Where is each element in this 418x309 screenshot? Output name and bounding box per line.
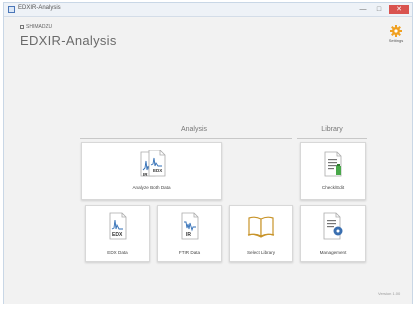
edx-spectrum-icon: EDX bbox=[109, 212, 126, 240]
title-bar: EDXIR-Analysis — □ ✕ bbox=[4, 3, 412, 17]
app-icon bbox=[8, 6, 15, 13]
edx-badge: EDX bbox=[112, 232, 123, 238]
check-edit-tile[interactable]: Check/Edit bbox=[300, 142, 366, 200]
edx-badge: EDX bbox=[153, 168, 162, 173]
select-library-label: Select Library bbox=[246, 250, 276, 255]
analyze-both-data-tile[interactable]: IR EDX Analyze Both Data bbox=[81, 142, 222, 200]
ftir-data-tile[interactable]: IR FTIR Data bbox=[157, 205, 222, 262]
section-library-divider bbox=[297, 138, 367, 139]
settings-button[interactable]: Settings bbox=[384, 25, 408, 53]
management-tile[interactable]: Management bbox=[300, 205, 366, 262]
maximize-button[interactable]: □ bbox=[372, 5, 386, 14]
settings-label: Settings bbox=[388, 38, 404, 43]
check-edit-label: Check/Edit bbox=[321, 185, 345, 190]
document-management-icon bbox=[323, 212, 343, 240]
edx-data-tile[interactable]: EDX EDX Data bbox=[85, 205, 150, 262]
window-title: EDXIR-Analysis bbox=[18, 5, 61, 11]
document-edit-icon bbox=[324, 151, 342, 177]
brand-name: SHIMADZU bbox=[26, 24, 53, 30]
analyze-both-data-label: Analyze Both Data bbox=[132, 185, 171, 190]
edx-ir-spectra-icon: IR EDX bbox=[140, 150, 165, 177]
section-analysis-divider bbox=[80, 138, 292, 139]
brand-mark-icon bbox=[20, 25, 24, 29]
ftir-data-label: FTIR Data bbox=[178, 250, 201, 255]
app-window: EDXIR-Analysis — □ ✕ SHIMADZU EDXIR-Anal… bbox=[3, 2, 413, 304]
minimize-button[interactable]: — bbox=[356, 5, 370, 14]
ir-badge: IR bbox=[143, 172, 148, 177]
page-title: EDXIR-Analysis bbox=[20, 33, 117, 48]
edx-data-label: EDX Data bbox=[107, 250, 128, 255]
ir-spectrum-icon: IR bbox=[181, 212, 198, 240]
section-analysis-label: Analysis bbox=[180, 126, 208, 133]
management-label: Management bbox=[319, 250, 347, 255]
main-content: SHIMADZU EDXIR-Analysis Settings Analysi… bbox=[4, 18, 412, 304]
select-library-tile[interactable]: Select Library bbox=[229, 205, 293, 262]
open-book-icon bbox=[247, 216, 275, 238]
brand-logo: SHIMADZU bbox=[20, 24, 52, 30]
close-button[interactable]: ✕ bbox=[389, 5, 409, 14]
version-text: Version 1.00 bbox=[378, 291, 401, 296]
section-library-label: Library bbox=[321, 126, 343, 133]
gear-icon bbox=[390, 25, 402, 37]
ir-badge: IR bbox=[186, 232, 191, 238]
